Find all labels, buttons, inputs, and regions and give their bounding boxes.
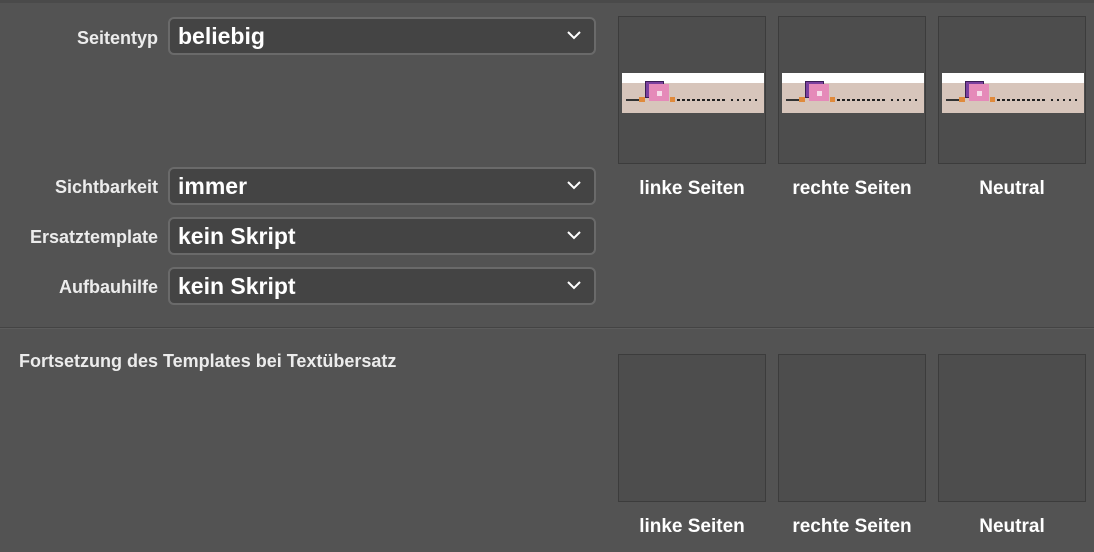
seitentyp-label: Seitentyp [76, 28, 158, 48]
preview-neutral[interactable] [938, 16, 1086, 164]
preview-neutral-caption: Neutral [979, 178, 1045, 199]
ersatztemplate-label: Ersatztemplate [29, 227, 158, 247]
preview-right-pages[interactable] [778, 16, 926, 164]
chevron-down-icon [567, 231, 581, 240]
preview-left-pages[interactable] [618, 16, 766, 164]
preview-left-caption: linke Seiten [639, 178, 745, 199]
ersatztemplate-select[interactable]: kein Skript [168, 217, 596, 255]
sichtbarkeit-value: immer [178, 173, 248, 199]
chevron-down-icon [567, 281, 581, 290]
seitentyp-value: beliebig [178, 23, 265, 49]
aufbauhilfe-value: kein Skript [178, 273, 296, 299]
continuation-neutral-caption: Neutral [979, 516, 1045, 537]
template-preview [942, 73, 1084, 113]
continuation-left-pages[interactable] [618, 354, 766, 502]
aufbauhilfe-select[interactable]: kein Skript [168, 267, 596, 305]
template-preview [782, 73, 924, 113]
sichtbarkeit-label: Sichtbarkeit [54, 177, 158, 197]
chevron-down-icon [567, 31, 581, 40]
continuation-neutral[interactable] [938, 354, 1086, 502]
ersatztemplate-value: kein Skript [178, 223, 296, 249]
section-divider-highlight [0, 328, 1094, 329]
continuation-right-caption: rechte Seiten [792, 516, 912, 537]
continuation-left-caption: linke Seiten [639, 516, 745, 537]
chevron-down-icon [567, 181, 581, 190]
top-edge [0, 0, 1094, 3]
preview-right-caption: rechte Seiten [792, 178, 912, 199]
seitentyp-select[interactable]: beliebig [168, 17, 596, 55]
aufbauhilfe-label: Aufbauhilfe [59, 277, 158, 297]
sichtbarkeit-select[interactable]: immer [168, 167, 596, 205]
continuation-title: Fortsetzung des Templates bei Textübersa… [19, 351, 397, 371]
template-preview [622, 73, 764, 113]
continuation-right-pages[interactable] [778, 354, 926, 502]
